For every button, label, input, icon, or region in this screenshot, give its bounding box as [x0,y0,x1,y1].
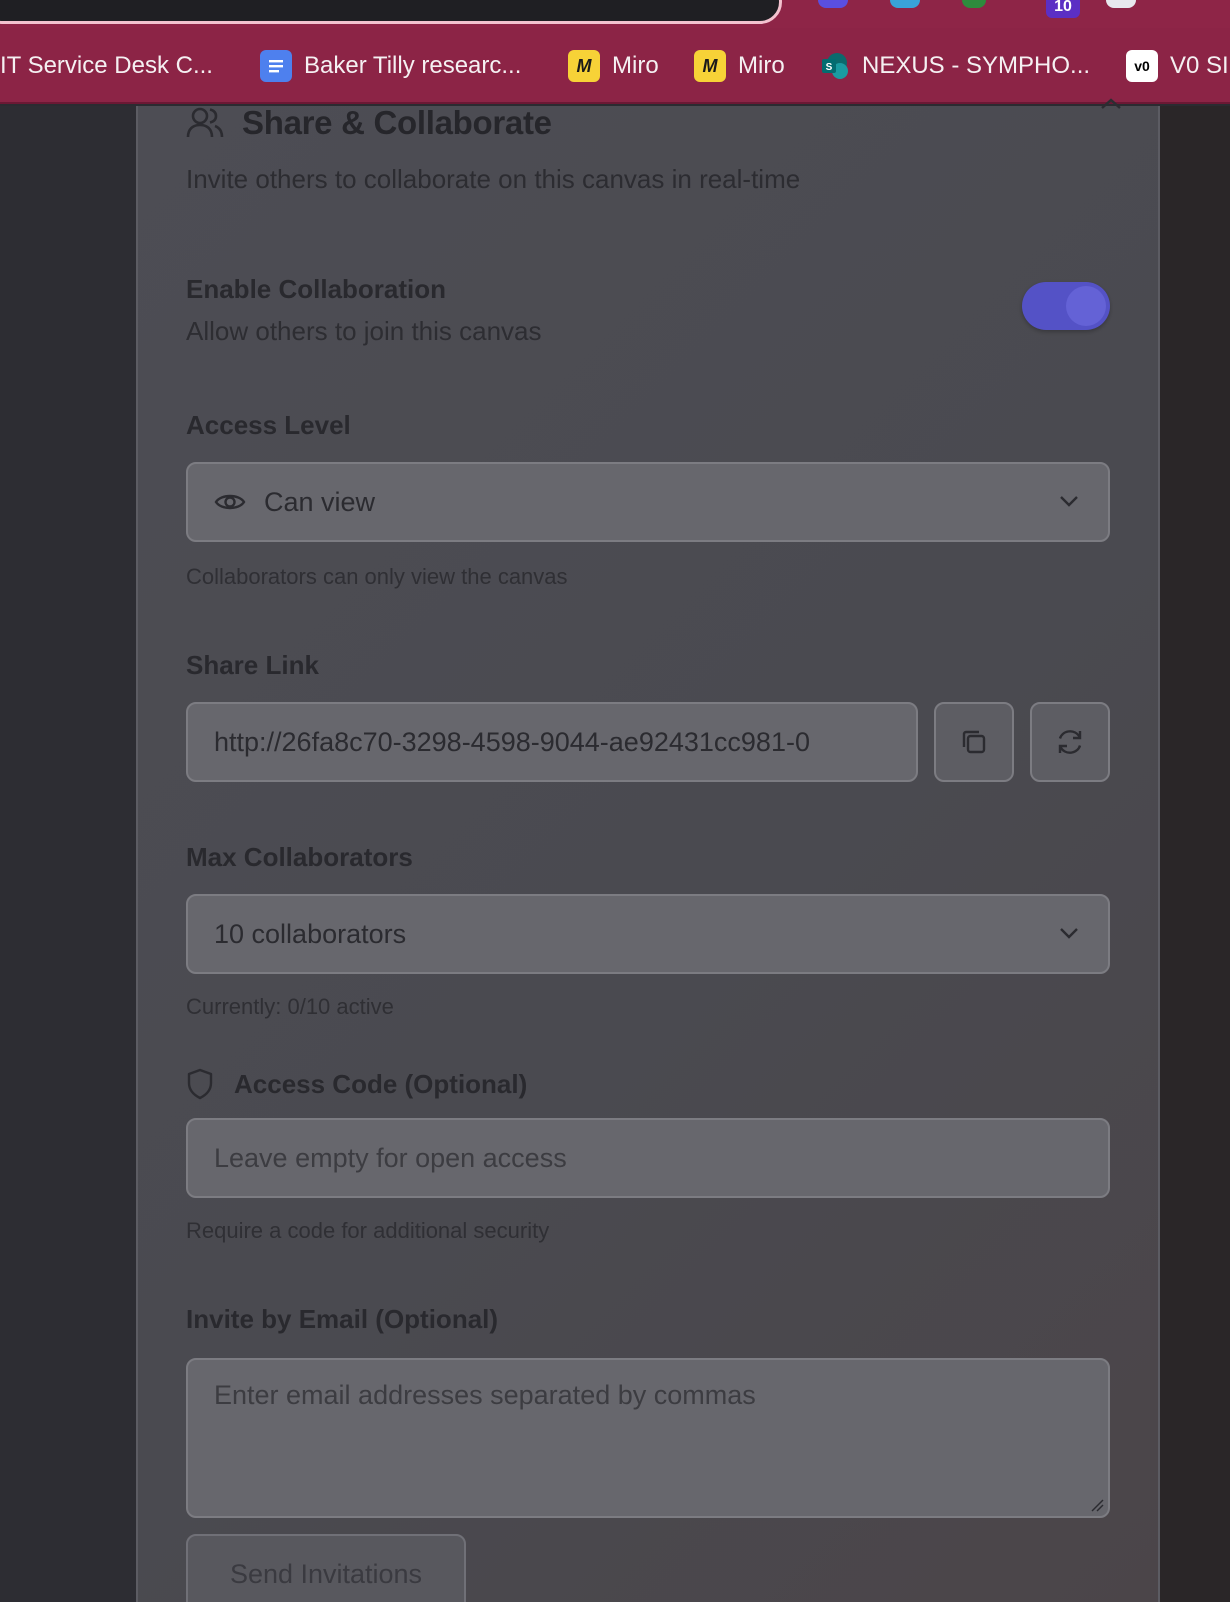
miro-icon: M [694,50,726,82]
access-code-placeholder: Leave empty for open access [214,1142,567,1173]
max-collaborators-label: Max Collaborators [186,842,413,872]
access-code-header: Access Code (Optional) [186,1068,527,1100]
send-invitations-button[interactable]: Send Invitations [186,1534,466,1602]
enable-collaboration-label: Enable Collaboration [186,274,447,304]
bookmark-label: V0 SI [1170,52,1229,79]
bookmark-star-icon[interactable]: ☆ [705,0,731,3]
share-link-input[interactable]: http://26fa8c70-3298-4598-9044-ae92431cc… [186,702,918,782]
max-collaborators-value: 10 collaborators [214,918,407,949]
copy-icon [962,730,986,754]
toggle-knob [1066,286,1106,326]
dialog-subtitle: Invite others to collaborate on this can… [186,164,801,194]
bookmark-label: Baker Tilly researc... [304,52,522,79]
invite-email-placeholder: Enter email addresses separated by comma… [214,1380,756,1410]
enable-collaboration-description: Allow others to join this canvas [186,316,542,346]
bookmark-label: NEXUS - SYMPHO... [862,52,1091,79]
sharepoint-icon: S [818,50,850,82]
page-scroll-area [1160,106,1230,1602]
max-collaborators-select[interactable]: 10 collaborators [186,894,1110,974]
bookmark-label: Miro [612,52,659,79]
v0-icon: v0 [1126,50,1158,82]
invite-email-label: Invite by Email (Optional) [186,1304,499,1334]
eye-icon [214,494,246,510]
bookmark-label: IT Service Desk C... [0,52,213,79]
dialog-title: Share & Collaborate [242,104,552,141]
bookmark-v0[interactable]: v0 V0 SI [1126,46,1229,86]
access-code-input[interactable]: Leave empty for open access [186,1118,1110,1198]
bookmarks-bar: IT Service Desk C... Baker Tilly researc… [0,28,1230,104]
extension-badge[interactable]: 10 [1046,0,1080,18]
users-icon [186,107,224,138]
access-level-label: Access Level [186,410,351,440]
access-level-value: Can view [264,486,376,517]
chevron-down-icon [1060,496,1078,507]
copy-link-button[interactable] [934,702,1014,782]
regenerate-link-button[interactable] [1030,702,1110,782]
dialog-header: Share & Collaborate [186,104,552,142]
bookmark-miro-1[interactable]: M Miro [568,46,659,86]
bookmark-label: Miro [738,52,785,79]
shield-icon [187,1068,213,1100]
browser-tabstrip: ... ☆ 10 [0,0,1230,28]
chevron-down-icon [1060,928,1078,939]
extension-icon-4[interactable] [1106,0,1136,8]
collaboration-toggle[interactable] [1022,282,1110,330]
invite-email-textarea[interactable]: Enter email addresses separated by comma… [186,1358,1110,1518]
bookmark-nexus[interactable]: S NEXUS - SYMPHO... [818,46,1090,86]
refresh-icon [1058,730,1082,754]
access-code-label: Access Code (Optional) [234,1068,528,1099]
collapse-chevron-icon[interactable] [1096,94,1126,114]
bookmark-miro-2[interactable]: M Miro [694,46,785,86]
bookmark-baker-tilly[interactable]: Baker Tilly researc... [260,46,521,86]
svg-text:S: S [826,62,833,73]
max-collaborators-hint: Currently: 0/10 active [186,994,394,1019]
access-level-hint: Collaborators can only view the canvas [186,564,568,589]
bookmark-it-service-desk[interactable]: IT Service Desk C... [0,46,213,86]
access-level-select[interactable]: Can view [186,462,1110,542]
share-link-label: Share Link [186,650,319,680]
google-docs-icon [260,50,292,82]
access-code-hint: Require a code for additional security [186,1218,550,1243]
extension-icon-3[interactable] [962,0,986,8]
resize-handle-icon[interactable] [1090,1498,1104,1512]
extension-icon-1[interactable] [818,0,848,8]
address-bar[interactable]: ... ☆ [0,0,782,24]
miro-icon: M [568,50,600,82]
extension-icon-2[interactable] [890,0,920,8]
